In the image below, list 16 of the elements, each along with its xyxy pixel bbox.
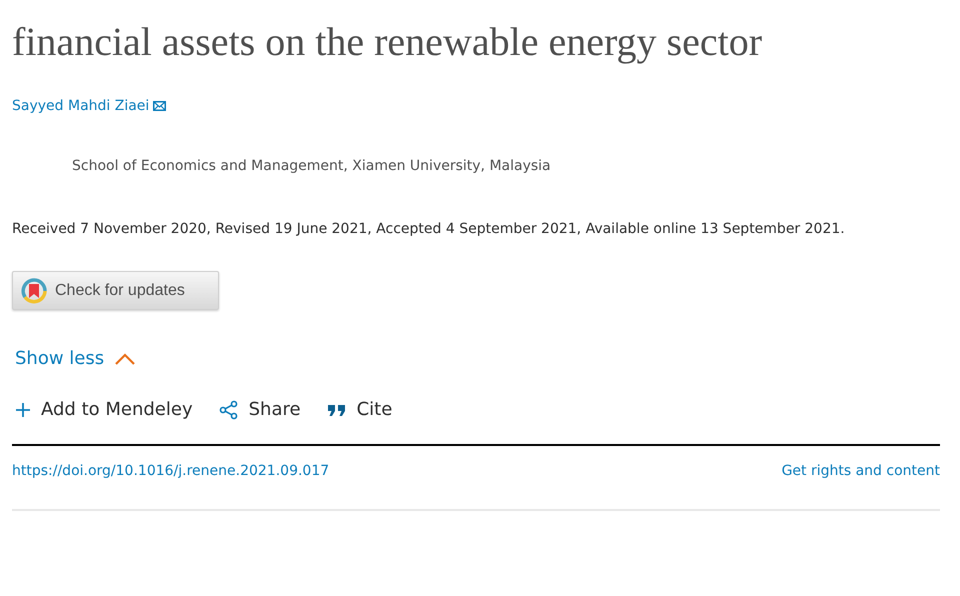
check-for-updates-button[interactable]: Check for updates [12, 271, 219, 310]
add-button[interactable]: Add to Mendeley [15, 399, 193, 420]
cite-button[interactable]: Cite [326, 399, 392, 420]
caret-icon [114, 352, 136, 366]
rights-link[interactable]: Get rights and content [782, 463, 940, 479]
envelope-icon[interactable] [153, 101, 166, 111]
affiliation: School of Economics and Management, Xiamen University, Malaysia [72, 158, 552, 174]
bookmark-icon [21, 278, 47, 304]
show-less-toggle[interactable]: Show less [12, 348, 140, 369]
share-icon [218, 400, 239, 420]
share-button[interactable]: Share [218, 399, 301, 420]
article-title: financial assets on the renewable energy sector [12, 18, 764, 66]
author-link[interactable]: Sayyed Mahdi Ziaei [12, 98, 150, 114]
plus-icon [15, 402, 31, 418]
doi-link[interactable]: https://doi.org/10.1016/j.renene.2021.09.017 [12, 463, 330, 479]
article-history: Received 7 November 2020, Revised 19 June 2021, Accepted 4 September 2021, Available online 13 September 2021. [12, 220, 846, 239]
